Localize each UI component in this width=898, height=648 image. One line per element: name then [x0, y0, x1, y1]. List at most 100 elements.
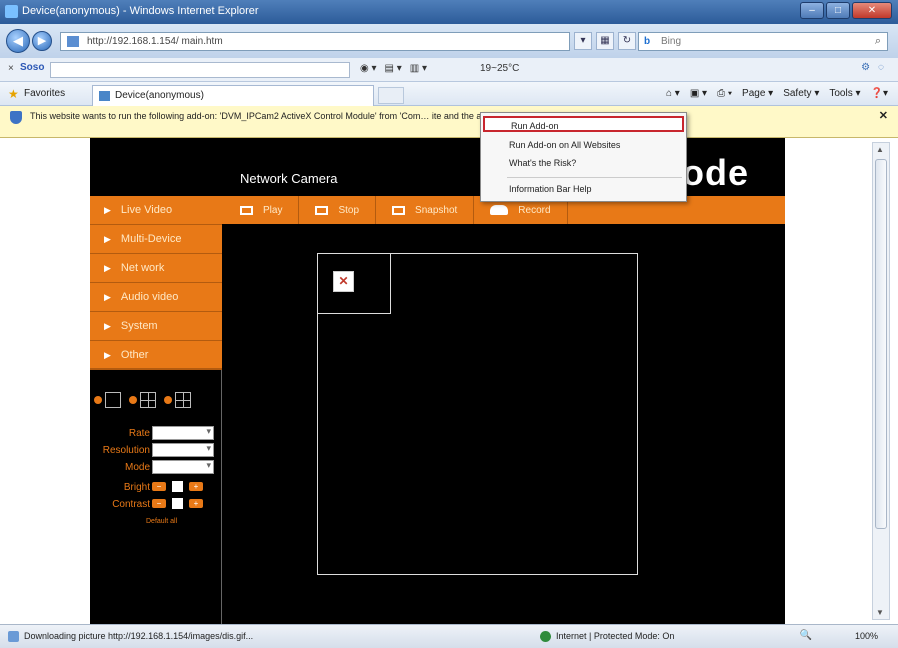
resolution-select[interactable] [152, 443, 214, 457]
compat-view-icon[interactable]: ▦ [596, 32, 614, 50]
layout-quad[interactable] [129, 392, 156, 408]
stop-icon [315, 205, 329, 215]
favorites-button[interactable]: Favorites [24, 88, 65, 99]
radio-dot [94, 396, 102, 404]
play-arrow-icon: ▶ [104, 205, 111, 215]
weather-widget[interactable]: 19~25°C [480, 63, 519, 74]
safety-menu[interactable]: Safety ▾ [783, 88, 819, 99]
contrast-value [172, 498, 183, 509]
window-title-bar: Device(anonymous) - Windows Internet Exp… [0, 0, 898, 24]
mode-row: Mode [90, 460, 222, 476]
globe-icon [540, 631, 551, 642]
snapshot-icon [392, 205, 406, 215]
shield-icon [10, 111, 22, 124]
play-icon [240, 205, 253, 215]
addon-context-menu: Run Add-on Run Add-on on All Websites Wh… [480, 112, 687, 202]
bright-increase-button[interactable]: + [189, 482, 203, 491]
play-arrow-icon: ▶ [104, 350, 111, 360]
bright-value [172, 481, 183, 492]
menu-item-network[interactable]: ▶ Net work [90, 254, 222, 283]
help-icon[interactable]: ❓▾ [871, 88, 888, 99]
toolbar-buttons: ◉ ▾ ▤ ▾ ▥ ▾ [360, 63, 427, 74]
brand-logo: ode [682, 152, 750, 193]
download-icon [8, 631, 19, 642]
stop-video-button[interactable]: Stop [299, 196, 377, 224]
forward-button[interactable]: ▶ [32, 31, 52, 51]
zoom-level[interactable]: 100% [855, 631, 878, 641]
radio-dot [164, 396, 172, 404]
quad-view-icon [140, 392, 156, 408]
bright-decrease-button[interactable]: − [152, 482, 166, 491]
new-tab-button[interactable] [378, 87, 404, 104]
camera-web-ui: Network Camera ode ▶ Live Video ▶ Multi-De… [90, 138, 785, 624]
information-bar[interactable]: This website wants to run the following … [0, 106, 898, 138]
maximize-button[interactable]: □ [826, 2, 850, 19]
default-all-link[interactable]: Default all [146, 518, 177, 525]
dropdown-button[interactable]: ▾ [574, 32, 592, 50]
command-bar: ⌂ ▾ ▣ ▾ ⎙ ▾ Page ▾ Safety ▾ Tools ▾ ❓▾ [666, 88, 888, 99]
window-title: Device(anonymous) - Windows Internet Exp… [22, 5, 259, 17]
settings-icon[interactable]: ⚙ [861, 62, 870, 73]
contrast-increase-button[interactable]: + [189, 499, 203, 508]
information-bar-text: This website wants to run the following … [30, 111, 660, 121]
information-bar-close-icon[interactable]: ✕ [879, 110, 888, 122]
vertical-scrollbar[interactable]: ▲ ▼ [872, 142, 890, 620]
mode-label: Mode [124, 462, 150, 473]
tools-menu[interactable]: Tools ▾ [829, 88, 860, 99]
scroll-thumb[interactable] [875, 159, 887, 529]
minimize-button[interactable]: – [800, 2, 824, 19]
toolbar-icon-1[interactable]: ◉ ▾ [360, 63, 377, 74]
bright-stepper: − + [152, 481, 203, 492]
address-input[interactable]: http://192.168.1.154/ main.htm [60, 32, 570, 51]
menu-item-other[interactable]: ▶ Other [90, 341, 222, 370]
toolbar-icon-2[interactable]: ▤ ▾ [385, 63, 402, 74]
rate-select[interactable] [152, 426, 214, 440]
contrast-label: Contrast [112, 499, 150, 510]
nine-view-icon [175, 392, 191, 408]
page-menu[interactable]: Page ▾ [742, 88, 773, 99]
feeds-icon[interactable]: ▣ ▾ [690, 88, 707, 99]
home-icon[interactable]: ⌂ ▾ [666, 88, 680, 99]
layout-nine[interactable] [164, 392, 191, 408]
scroll-down-icon[interactable]: ▼ [876, 608, 884, 617]
info-icon[interactable]: ◌ [878, 62, 884, 73]
whats-the-risk-item[interactable]: What's the Risk? [509, 155, 576, 171]
menu-item-multi-device[interactable]: ▶ Multi-Device [90, 225, 222, 254]
menu-item-system[interactable]: ▶ System [90, 312, 222, 341]
tab-device[interactable]: Device(anonymous) [92, 85, 374, 106]
run-addon-item[interactable]: Run Add-on [483, 116, 684, 132]
security-zone[interactable]: Internet | Protected Mode: On [556, 631, 674, 641]
zoom-icon[interactable]: 🔍 [800, 630, 812, 641]
radio-dot [129, 396, 137, 404]
print-icon[interactable]: ⎙ ▾ [717, 88, 732, 99]
menu-separator [507, 177, 682, 178]
menu-item-live-video[interactable]: ▶ Live Video [90, 196, 222, 225]
toolbar-icon-3[interactable]: ▥ ▾ [410, 63, 427, 74]
close-window-button[interactable]: ✕ [852, 2, 892, 19]
resolution-label: Resolution [102, 445, 150, 456]
snapshot-button[interactable]: Snapshot [376, 196, 475, 224]
soso-search-input[interactable] [50, 62, 350, 78]
favorites-star-icon[interactable]: ★ [8, 87, 19, 101]
layout-single[interactable] [94, 392, 121, 408]
search-input[interactable]: b Bing ⌕ [638, 32, 888, 51]
run-addon-all-websites-item[interactable]: Run Add-on on All Websites [509, 137, 620, 153]
information-bar-help-item[interactable]: Information Bar Help [509, 181, 592, 197]
contrast-decrease-button[interactable]: − [152, 499, 166, 508]
close-toolbar-icon[interactable]: × [8, 63, 14, 74]
page-viewport: Network Camera ode ▶ Live Video ▶ Multi-De… [0, 138, 898, 624]
menu-item-audio-video[interactable]: ▶ Audio video [90, 283, 222, 312]
search-icon[interactable]: ⌕ [875, 35, 881, 48]
search-placeholder: Bing [661, 36, 682, 47]
window-controls: – □ ✕ [800, 2, 892, 19]
back-button[interactable]: ◀ [6, 29, 30, 53]
video-tile[interactable]: ✕ [318, 254, 391, 314]
refresh-button[interactable]: ↻ [618, 32, 636, 50]
address-url: http://192.168.1.154/ main.htm [87, 36, 223, 47]
mode-select[interactable] [152, 460, 214, 474]
scroll-up-icon[interactable]: ▲ [876, 145, 884, 154]
soso-logo: Soso [20, 62, 45, 73]
play-button[interactable]: Play [224, 196, 300, 224]
settings-panel: Rate Resolution Mode Bright − + Cont [90, 370, 222, 624]
video-display-area[interactable]: ✕ [317, 253, 638, 575]
